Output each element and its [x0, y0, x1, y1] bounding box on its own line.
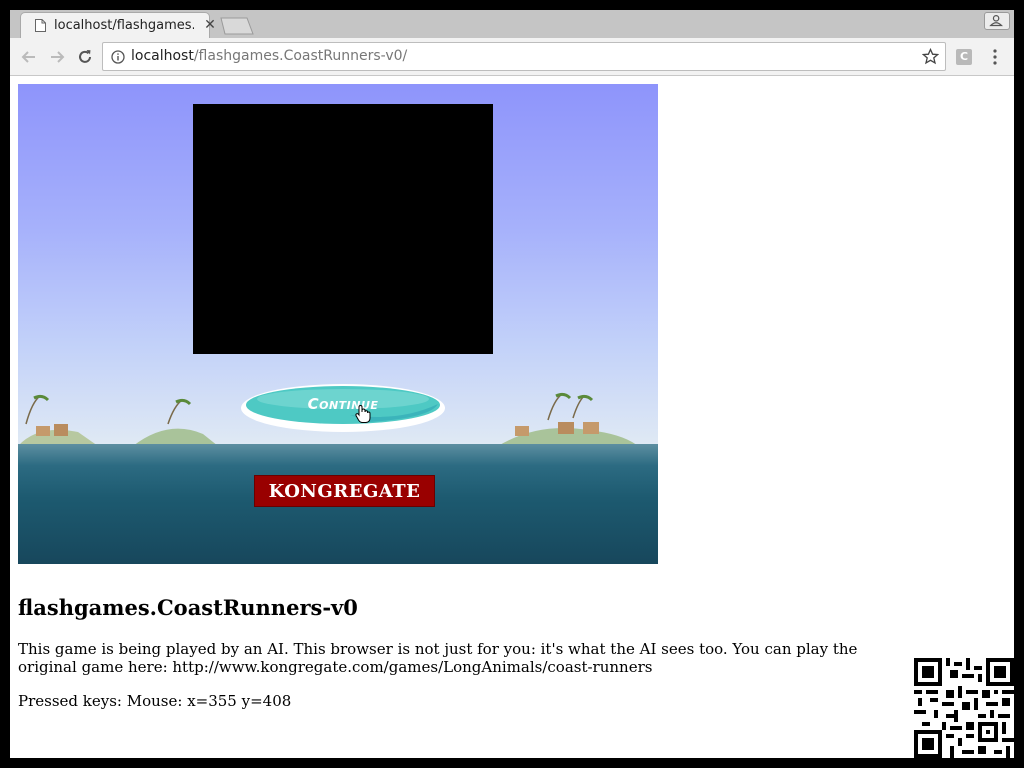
tab-strip: localhost/flashgames.CoastRunners-v0/ ✕	[10, 10, 1014, 38]
url-path: /flashgames.CoastRunners-v0/	[193, 48, 408, 64]
reload-icon[interactable]	[75, 47, 95, 67]
back-arrow-icon[interactable]	[19, 47, 39, 67]
person-icon	[989, 15, 1003, 27]
extension-icon[interactable]: C	[956, 49, 972, 65]
game-viewport-black	[193, 104, 493, 354]
forward-arrow-icon[interactable]	[47, 47, 67, 67]
continue-label: Continue	[307, 395, 379, 413]
status-text: Pressed keys: Mouse: x=355 y=408	[18, 692, 292, 710]
browser-toolbar: localhost/flashgames.CoastRunners-v0/ C	[10, 38, 1014, 76]
info-icon[interactable]	[111, 50, 125, 64]
close-icon[interactable]: ✕	[203, 18, 217, 32]
page-description: This game is being played by an AI. This…	[18, 640, 858, 676]
kongregate-logo[interactable]: KONGREGATE	[254, 475, 435, 507]
tab-active[interactable]: localhost/flashgames.CoastRunners-v0/ ✕	[20, 12, 216, 38]
browser-window: localhost/flashgames.CoastRunners-v0/ ✕	[10, 10, 1014, 758]
bookmark-star-icon[interactable]	[922, 48, 939, 65]
page-title: flashgames.CoastRunners-v0	[18, 595, 358, 620]
page-icon	[35, 19, 46, 32]
profile-button[interactable]	[984, 12, 1010, 30]
kebab-menu-icon[interactable]	[992, 49, 998, 65]
continue-button[interactable]: Continue	[240, 382, 446, 434]
url-text: localhost/flashgames.CoastRunners-v0/	[131, 48, 407, 64]
game-canvas[interactable]: Continue KONGREGATE	[18, 84, 658, 564]
new-tab-button[interactable]	[220, 17, 254, 35]
url-host: localhost	[131, 48, 194, 64]
hand-cursor-icon	[355, 404, 371, 423]
tab-title: localhost/flashgames.CoastRunners-v0/	[54, 18, 194, 33]
page-content: Continue KONGREGATE flashgames.CoastRunn…	[10, 77, 1014, 758]
address-bar[interactable]: localhost/flashgames.CoastRunners-v0/	[102, 42, 946, 71]
qr-code	[914, 658, 1014, 758]
kongregate-label: KONGREGATE	[268, 481, 421, 502]
